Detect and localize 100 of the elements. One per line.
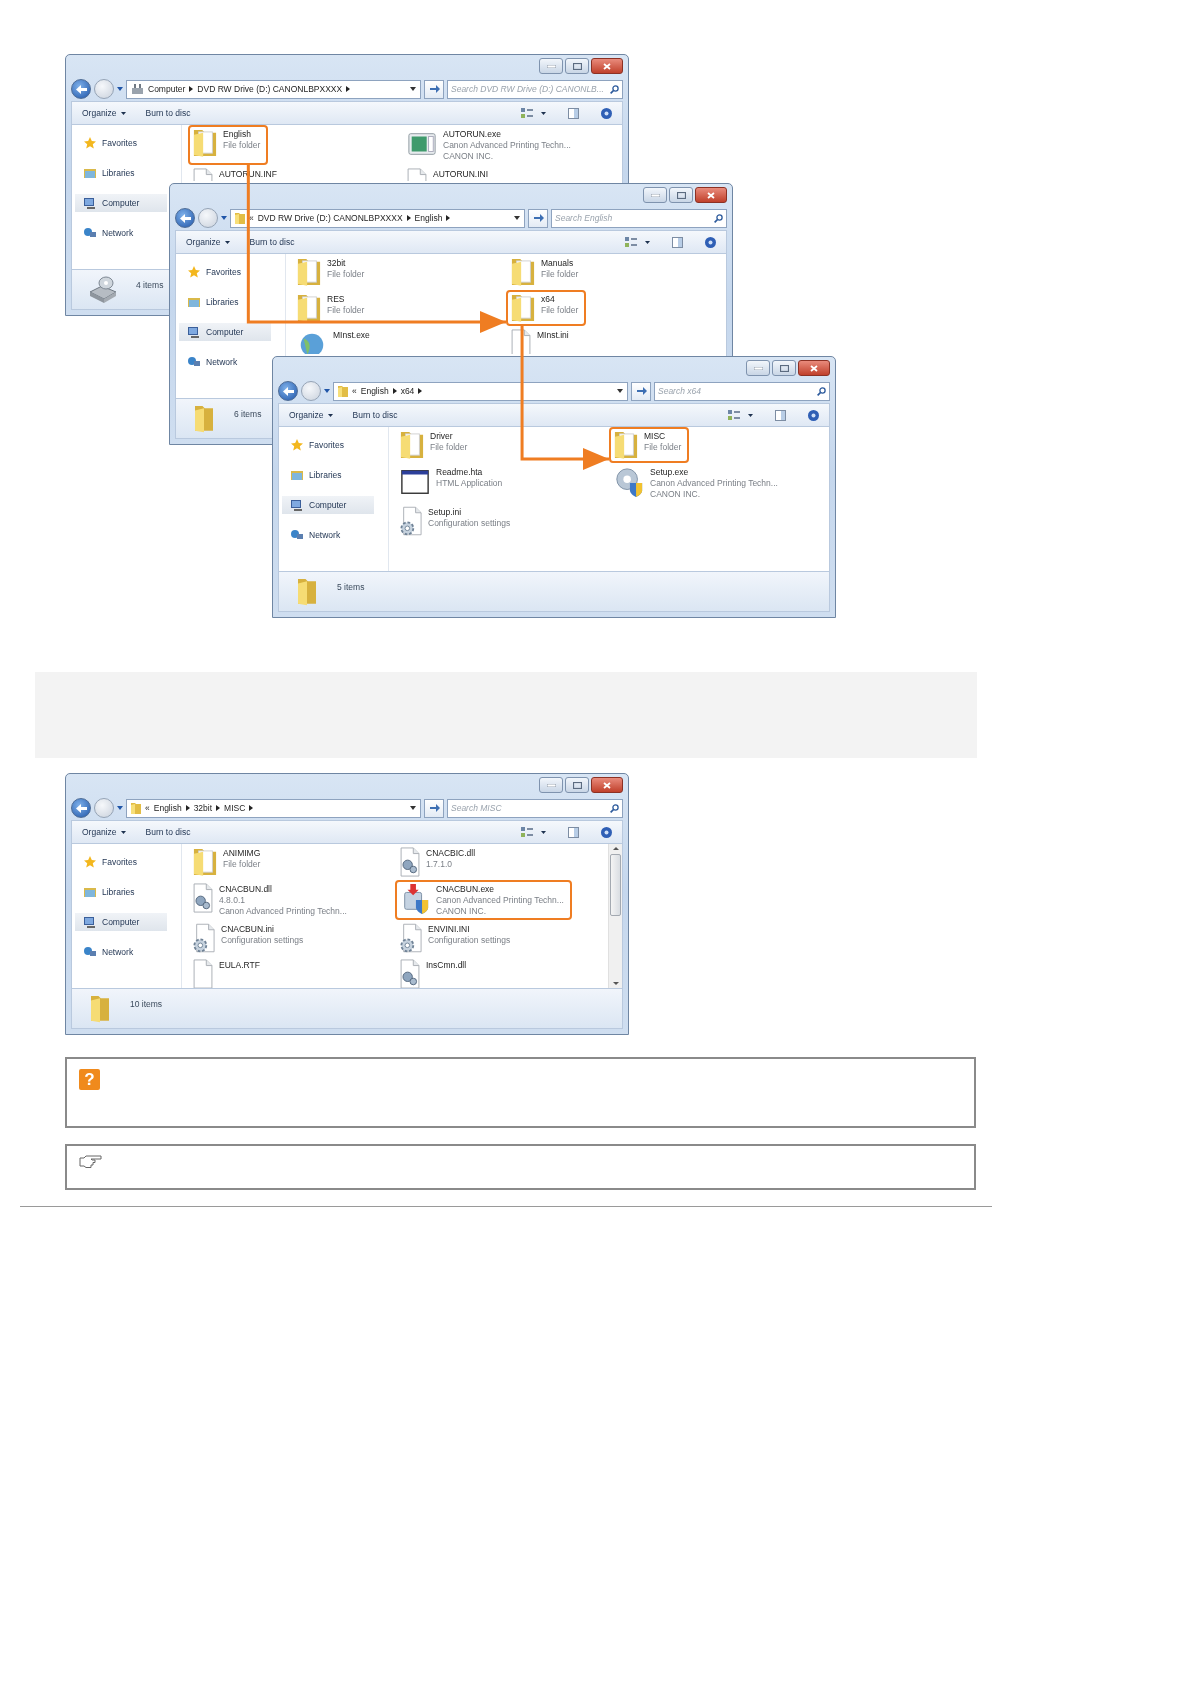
file-item[interactable]: Manuals File folder (506, 254, 587, 290)
maximize-button[interactable] (772, 360, 796, 376)
overflow-button[interactable]: « (145, 803, 150, 813)
chevron-icon (185, 805, 190, 811)
file-item[interactable]: Readme.hta HTML Application (395, 463, 511, 503)
file-item[interactable]: EULA.RTF (188, 956, 268, 988)
refresh-button[interactable] (631, 381, 651, 401)
file-item[interactable]: English File folder (188, 125, 269, 165)
close-button[interactable] (591, 58, 623, 74)
toolbar-button[interactable]: Burn to disc (145, 108, 191, 118)
file-item[interactable]: AUTORUN.INI (402, 165, 497, 183)
scrollbar[interactable] (608, 844, 622, 988)
file-item[interactable]: MISC File folder (609, 427, 690, 463)
back-button[interactable] (71, 798, 91, 818)
minimize-button[interactable] (746, 360, 770, 376)
maximize-button[interactable] (565, 58, 589, 74)
minimize-button[interactable] (539, 58, 563, 74)
file-item[interactable]: CNACBUN.ini Configuration settings (188, 920, 312, 956)
maximize-button[interactable] (669, 187, 693, 203)
file-item[interactable]: ENVINI.INI Configuration settings (395, 920, 519, 956)
arrow-icon (75, 803, 87, 813)
nav-item[interactable]: Libraries (75, 164, 167, 182)
nav-item[interactable]: Favorites (282, 436, 374, 454)
nav-item[interactable]: Computer (179, 323, 271, 341)
nav-item[interactable]: Libraries (75, 883, 167, 901)
settings-file-icon (193, 923, 215, 953)
breadcrumb-link[interactable]: DVD RW Drive (D:) CANONLBPXXXX (257, 213, 403, 223)
address-bar[interactable]: « English x64 (333, 381, 628, 401)
nav-item[interactable]: Network (179, 353, 271, 371)
file-item[interactable]: RES File folder (292, 290, 373, 326)
toolbar-button[interactable]: Burn to disc (145, 827, 191, 837)
toolbar-button[interactable]: Burn to disc (249, 237, 295, 247)
file-item[interactable]: ANIMIMG File folder (188, 844, 269, 880)
caret-icon (645, 240, 650, 244)
menu-button[interactable]: Organize (289, 410, 333, 420)
file-item[interactable]: CNACBUN.dll 4.8.0.1 Canon Advanced Printing Techn... (188, 880, 355, 920)
menu-button[interactable]: Organize (82, 827, 126, 837)
file-item[interactable]: 32bit File folder (292, 254, 373, 290)
breadcrumb-link[interactable]: English (414, 213, 443, 223)
item-count: 4 items (136, 279, 164, 290)
breadcrumb-link[interactable]: 32bit (193, 803, 213, 813)
gear-document-icon (193, 883, 213, 913)
close-button[interactable] (591, 777, 623, 793)
nav-item[interactable]: Computer (75, 913, 167, 931)
address-bar[interactable]: Computer DVD RW Drive (D:) CANONLBPXXXX (126, 79, 421, 99)
refresh-button[interactable] (528, 208, 548, 228)
nav-item[interactable]: Computer (75, 194, 167, 212)
search-field[interactable]: Search DVD RW Drive (D:) CANONLB... (447, 79, 623, 99)
file-item[interactable]: Setup.ini Configuration settings (395, 503, 519, 539)
back-button[interactable] (175, 208, 195, 228)
toolbar-button[interactable]: Burn to disc (352, 410, 398, 420)
file-item[interactable]: CNACBUN.exe Canon Advanced Printing Techn... CANON INC. (395, 880, 572, 920)
breadcrumb-link[interactable]: English (153, 803, 182, 813)
search-field[interactable]: Search MISC (447, 798, 623, 818)
search-field[interactable]: Search English (551, 208, 727, 228)
nav-item[interactable]: Network (75, 224, 167, 242)
overflow-button[interactable]: « (352, 386, 357, 396)
close-button[interactable] (798, 360, 830, 376)
preview-pane-icon (775, 409, 786, 421)
nav-item[interactable]: Network (75, 943, 167, 961)
breadcrumb-link[interactable]: MISC (224, 803, 246, 813)
menu-button[interactable]: Organize (186, 237, 230, 247)
file-item[interactable]: InsCmn.dll (395, 956, 475, 988)
item-count: 6 items (234, 408, 262, 419)
drive-icon (131, 83, 144, 95)
nav-item[interactable]: Libraries (282, 466, 374, 484)
refresh-button[interactable] (424, 798, 444, 818)
back-button[interactable] (71, 79, 91, 99)
search-field[interactable]: Search x64 (654, 381, 830, 401)
address-bar[interactable]: « English 32bit MISC (126, 798, 421, 818)
nav-item[interactable]: Favorites (75, 853, 167, 871)
search-icon (714, 213, 723, 223)
file-item[interactable]: Driver File folder (395, 427, 476, 463)
star-icon (83, 136, 97, 150)
close-icon (603, 62, 611, 70)
nav-item[interactable]: Favorites (179, 263, 271, 281)
nav-item[interactable]: Computer (282, 496, 374, 514)
file-item[interactable]: MInst.exe (292, 326, 378, 356)
nav-item[interactable]: Libraries (179, 293, 271, 311)
back-button[interactable] (278, 381, 298, 401)
breadcrumb-link[interactable]: x64 (400, 386, 415, 396)
breadcrumb-link[interactable]: DVD RW Drive (D:) CANONLBPXXXX (197, 84, 343, 94)
file-item[interactable]: Setup.exe Canon Advanced Printing Techn... CANON INC. (609, 463, 786, 503)
menu-button[interactable]: Organize (82, 108, 126, 118)
minimize-button[interactable] (539, 777, 563, 793)
maximize-button[interactable] (565, 777, 589, 793)
nav-item[interactable]: Favorites (75, 134, 167, 152)
file-item[interactable]: CNACBIC.dll 1.7.1.0 (395, 844, 484, 880)
nav-item[interactable]: Network (282, 526, 374, 544)
close-button[interactable] (695, 187, 727, 203)
breadcrumb-link[interactable]: Computer (148, 84, 186, 94)
minimize-button[interactable] (643, 187, 667, 203)
breadcrumb-link[interactable]: English (360, 386, 389, 396)
network-icon (83, 226, 97, 240)
refresh-button[interactable] (424, 79, 444, 99)
file-item[interactable]: x64 File folder (506, 290, 587, 326)
overflow-button[interactable]: « (249, 213, 254, 223)
address-bar[interactable]: « DVD RW Drive (D:) CANONLBPXXXX English (230, 208, 525, 228)
file-item[interactable]: AUTORUN.exe Canon Advanced Printing Techn... CANON INC. (402, 125, 579, 165)
library-icon (290, 468, 304, 482)
